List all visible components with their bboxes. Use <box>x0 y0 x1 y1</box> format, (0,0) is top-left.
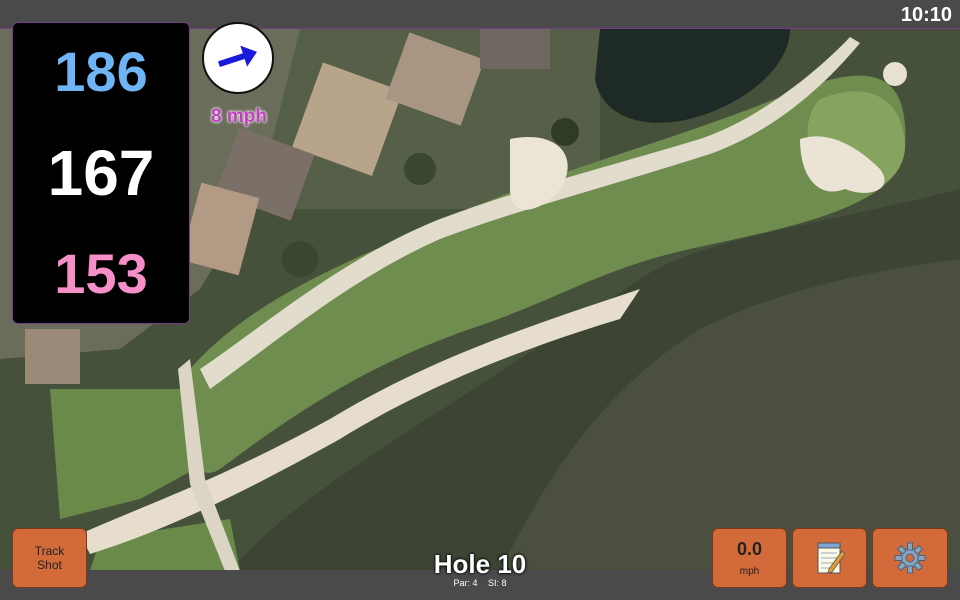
track-shot-button[interactable]: Track Shot <box>12 528 87 588</box>
hole-stroke-index: SI: 8 <box>488 578 507 588</box>
distance-middle: 167 <box>47 136 155 209</box>
track-shot-label-line1: Track <box>34 544 65 558</box>
distance-front: 153 <box>54 242 148 306</box>
hole-par: Par: 4 <box>453 578 478 588</box>
distance-back: 186 <box>54 39 148 103</box>
gear-icon <box>894 542 926 574</box>
settings-button[interactable] <box>872 528 948 588</box>
wind-speed-button[interactable]: 0.0 mph <box>712 528 787 588</box>
arrow-icon <box>218 45 258 68</box>
wind-direction-indicator <box>202 22 274 94</box>
distance-panel: 186 167 153 <box>12 22 190 324</box>
wind-speed-label: 8 mph <box>211 106 267 127</box>
notes-button[interactable] <box>792 528 867 588</box>
notepad-icon <box>817 542 845 574</box>
wind-speed-unit: mph <box>739 566 760 577</box>
hole-title: Hole 10 <box>433 549 527 579</box>
wind-speed-value: 0.0 <box>736 539 763 559</box>
hole-info: Par: 4 SI: 8 <box>380 578 580 588</box>
clock: 10:10 <box>900 4 952 26</box>
track-shot-label-line2: Shot <box>37 558 62 572</box>
